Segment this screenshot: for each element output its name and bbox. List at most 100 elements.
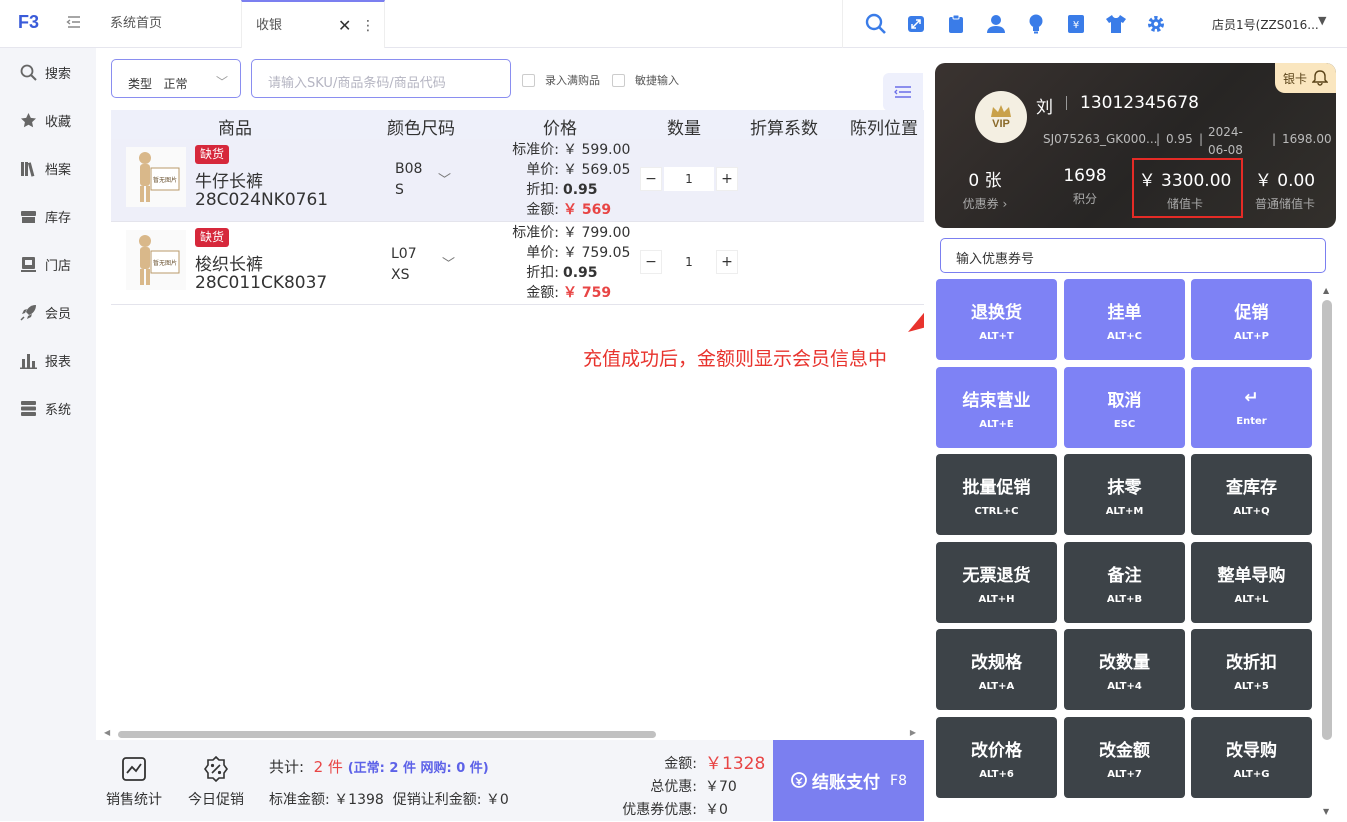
color-size[interactable]: B08 S (395, 159, 422, 201)
card-type: 银卡 (1282, 71, 1307, 86)
scroll-down-icon[interactable]: ▼ (1323, 807, 1329, 816)
sidebar-item-member[interactable]: 会员 (20, 300, 71, 324)
key-button[interactable]: 改金额 ALT+7 (1064, 717, 1185, 798)
member-card: VIP 刘 13012345678 SJ075263_GK000... | 0.… (935, 63, 1336, 228)
key-button[interactable]: 改规格 ALT+A (936, 629, 1057, 710)
key-shortcut: ALT+A (978, 680, 1015, 692)
chevron-down-icon[interactable]: ﹀ (442, 253, 455, 272)
key-button[interactable]: 取消 ESC (1064, 367, 1185, 448)
key-label: 改导购 (1226, 740, 1277, 761)
key-button[interactable]: 查库存 ALT+Q (1191, 454, 1312, 535)
total-summary: 共计: 2 件 (正常: 2 件 网购: 0 件) (269, 756, 489, 777)
key-button[interactable]: 促销 ALT+P (1191, 279, 1312, 360)
decrement-button[interactable]: − (640, 250, 662, 274)
sidebar-item-favorites[interactable]: 收藏 (20, 108, 71, 132)
key-button[interactable]: 整单导购 ALT+L (1191, 542, 1312, 623)
full-gift-checkbox[interactable]: 录入满购品 (522, 72, 600, 88)
key-button[interactable]: 备注 ALT+B (1064, 542, 1185, 623)
scroll-thumb[interactable] (1322, 300, 1332, 740)
app-logo[interactable]: F3 (18, 12, 44, 36)
svg-text:¥: ¥ (1073, 20, 1079, 31)
sidebar-item-search[interactable]: 搜索 (20, 60, 71, 84)
fullscreen-icon[interactable] (896, 12, 936, 36)
button-label: 今日促销 (188, 792, 244, 808)
lightbulb-icon[interactable] (1016, 12, 1056, 36)
sidebar-item-label: 会员 (45, 306, 72, 322)
vertical-scrollbar[interactable]: ▲ ▼ (1322, 286, 1332, 816)
checkout-button[interactable]: 结账支付 F8 (773, 740, 924, 821)
key-label: 改数量 (1099, 652, 1150, 673)
quick-input-checkbox[interactable]: 敏捷输入 (612, 72, 679, 88)
sidebar-item-reports[interactable]: 报表 (20, 348, 71, 372)
table-row[interactable]: 暂无图片 缺货 牛仔长裤 28C024NK0761 B08 S ﹀ 标准价: ￥ … (111, 139, 924, 222)
collapse-menu-icon[interactable] (66, 14, 84, 32)
sidebar-item-label: 系统 (45, 402, 72, 418)
sidebar-item-system[interactable]: 系统 (20, 396, 71, 420)
key-shortcut: ALT+L (1234, 593, 1269, 605)
rocket-icon (20, 304, 37, 321)
key-button[interactable]: 挂单 ALT+C (1064, 279, 1185, 360)
sales-stats-button[interactable]: 销售统计 (106, 756, 162, 809)
increment-button[interactable]: + (716, 250, 738, 274)
user-icon[interactable] (976, 12, 1016, 36)
scroll-thumb[interactable] (118, 731, 656, 738)
key-button[interactable]: 改价格 ALT+6 (936, 717, 1057, 798)
scroll-up-icon[interactable]: ▲ (1323, 286, 1329, 295)
today-promo-button[interactable]: 今日促销 (188, 756, 244, 809)
card-level-badge[interactable]: 银卡 (1275, 63, 1336, 93)
key-button[interactable]: 批量促销 CTRL+C (936, 454, 1057, 535)
clipboard-icon[interactable] (936, 12, 976, 36)
key-button[interactable]: 改数量 ALT+4 (1064, 629, 1185, 710)
chevron-down-icon: ﹀ (215, 75, 228, 89)
key-label: 改价格 (971, 740, 1022, 761)
key-button[interactable]: 抹零 ALT+M (1064, 454, 1185, 535)
key-shortcut: ALT+5 (1234, 680, 1269, 692)
shirt-icon[interactable] (1096, 12, 1136, 36)
increment-button[interactable]: + (716, 167, 738, 191)
search-icon[interactable] (856, 12, 896, 36)
key-button[interactable]: 改导购 ALT+G (1191, 717, 1312, 798)
sku-search-input[interactable]: 请输入SKU/商品条码/商品代码 (251, 59, 511, 98)
sidebar-item-store[interactable]: 门店 (20, 252, 71, 276)
tab-home[interactable]: 系统首页 (96, 0, 240, 48)
key-button[interactable]: 无票退货 ALT+H (936, 542, 1057, 623)
sidebar-item-archive[interactable]: 档案 (20, 156, 71, 180)
amount-value: ￥1328 (705, 754, 766, 774)
coupon-input[interactable]: 输入优惠券号 (940, 238, 1326, 273)
color-size[interactable]: L07 XS (391, 244, 417, 286)
decrement-button[interactable]: − (640, 167, 662, 191)
type-select[interactable]: 类型 正常 ﹀ (111, 59, 241, 98)
coupons-stat[interactable]: 0 张 优惠券 › (935, 166, 1035, 212)
key-label: 整单导购 (1217, 565, 1286, 586)
list-toggle-button[interactable] (883, 73, 923, 111)
scroll-right-icon[interactable]: ▶ (910, 728, 916, 737)
table-row[interactable]: 暂无图片 缺货 梭织长裤 28C011CK8037 L07 XS ﹀ 标准价: ￥… (111, 222, 924, 305)
gear-icon[interactable] (1136, 12, 1176, 36)
sidebar-item-inventory[interactable]: 库存 (20, 204, 71, 228)
table-header: 商品 颜色尺码 价格 数量 折算系数 陈列位置 (111, 110, 924, 139)
chevron-down-icon[interactable]: ▼ (1318, 14, 1326, 27)
price-label: 单价: (526, 245, 559, 261)
scroll-left-icon[interactable]: ◀ (104, 728, 110, 737)
chevron-down-icon[interactable]: ﹀ (438, 169, 451, 188)
horizontal-scrollbar[interactable]: ◀ ▶ (104, 728, 916, 740)
cash-register-icon[interactable]: ¥ (1056, 12, 1096, 36)
key-button[interactable]: 结束营业 ALT+E (936, 367, 1057, 448)
close-tab-icon[interactable]: ✕ (338, 2, 351, 50)
member-card-no: SJ075263_GK000... (1043, 132, 1158, 146)
quantity-input[interactable]: 1 (664, 167, 714, 191)
user-name[interactable]: 店员1号(ZZS016... (1212, 16, 1319, 33)
key-shortcut: ALT+H (978, 593, 1015, 605)
tab-cashier[interactable]: 收银 ✕ ⋮ (241, 0, 385, 48)
divider: | (1272, 132, 1277, 146)
quantity-input[interactable]: 1 (664, 250, 714, 274)
checkbox-box[interactable] (522, 73, 535, 87)
checkbox-label: 敏捷输入 (635, 74, 679, 87)
key-button[interactable]: 改折扣 ALT+5 (1191, 629, 1312, 710)
more-icon[interactable]: ⋮ (361, 2, 375, 50)
checkbox-box[interactable] (612, 73, 625, 87)
key-shortcut: ALT+T (979, 330, 1014, 342)
key-button[interactable]: ↵ Enter (1191, 367, 1312, 448)
key-button[interactable]: 退换货 ALT+T (936, 279, 1057, 360)
key-label: 抹零 (1107, 477, 1142, 498)
